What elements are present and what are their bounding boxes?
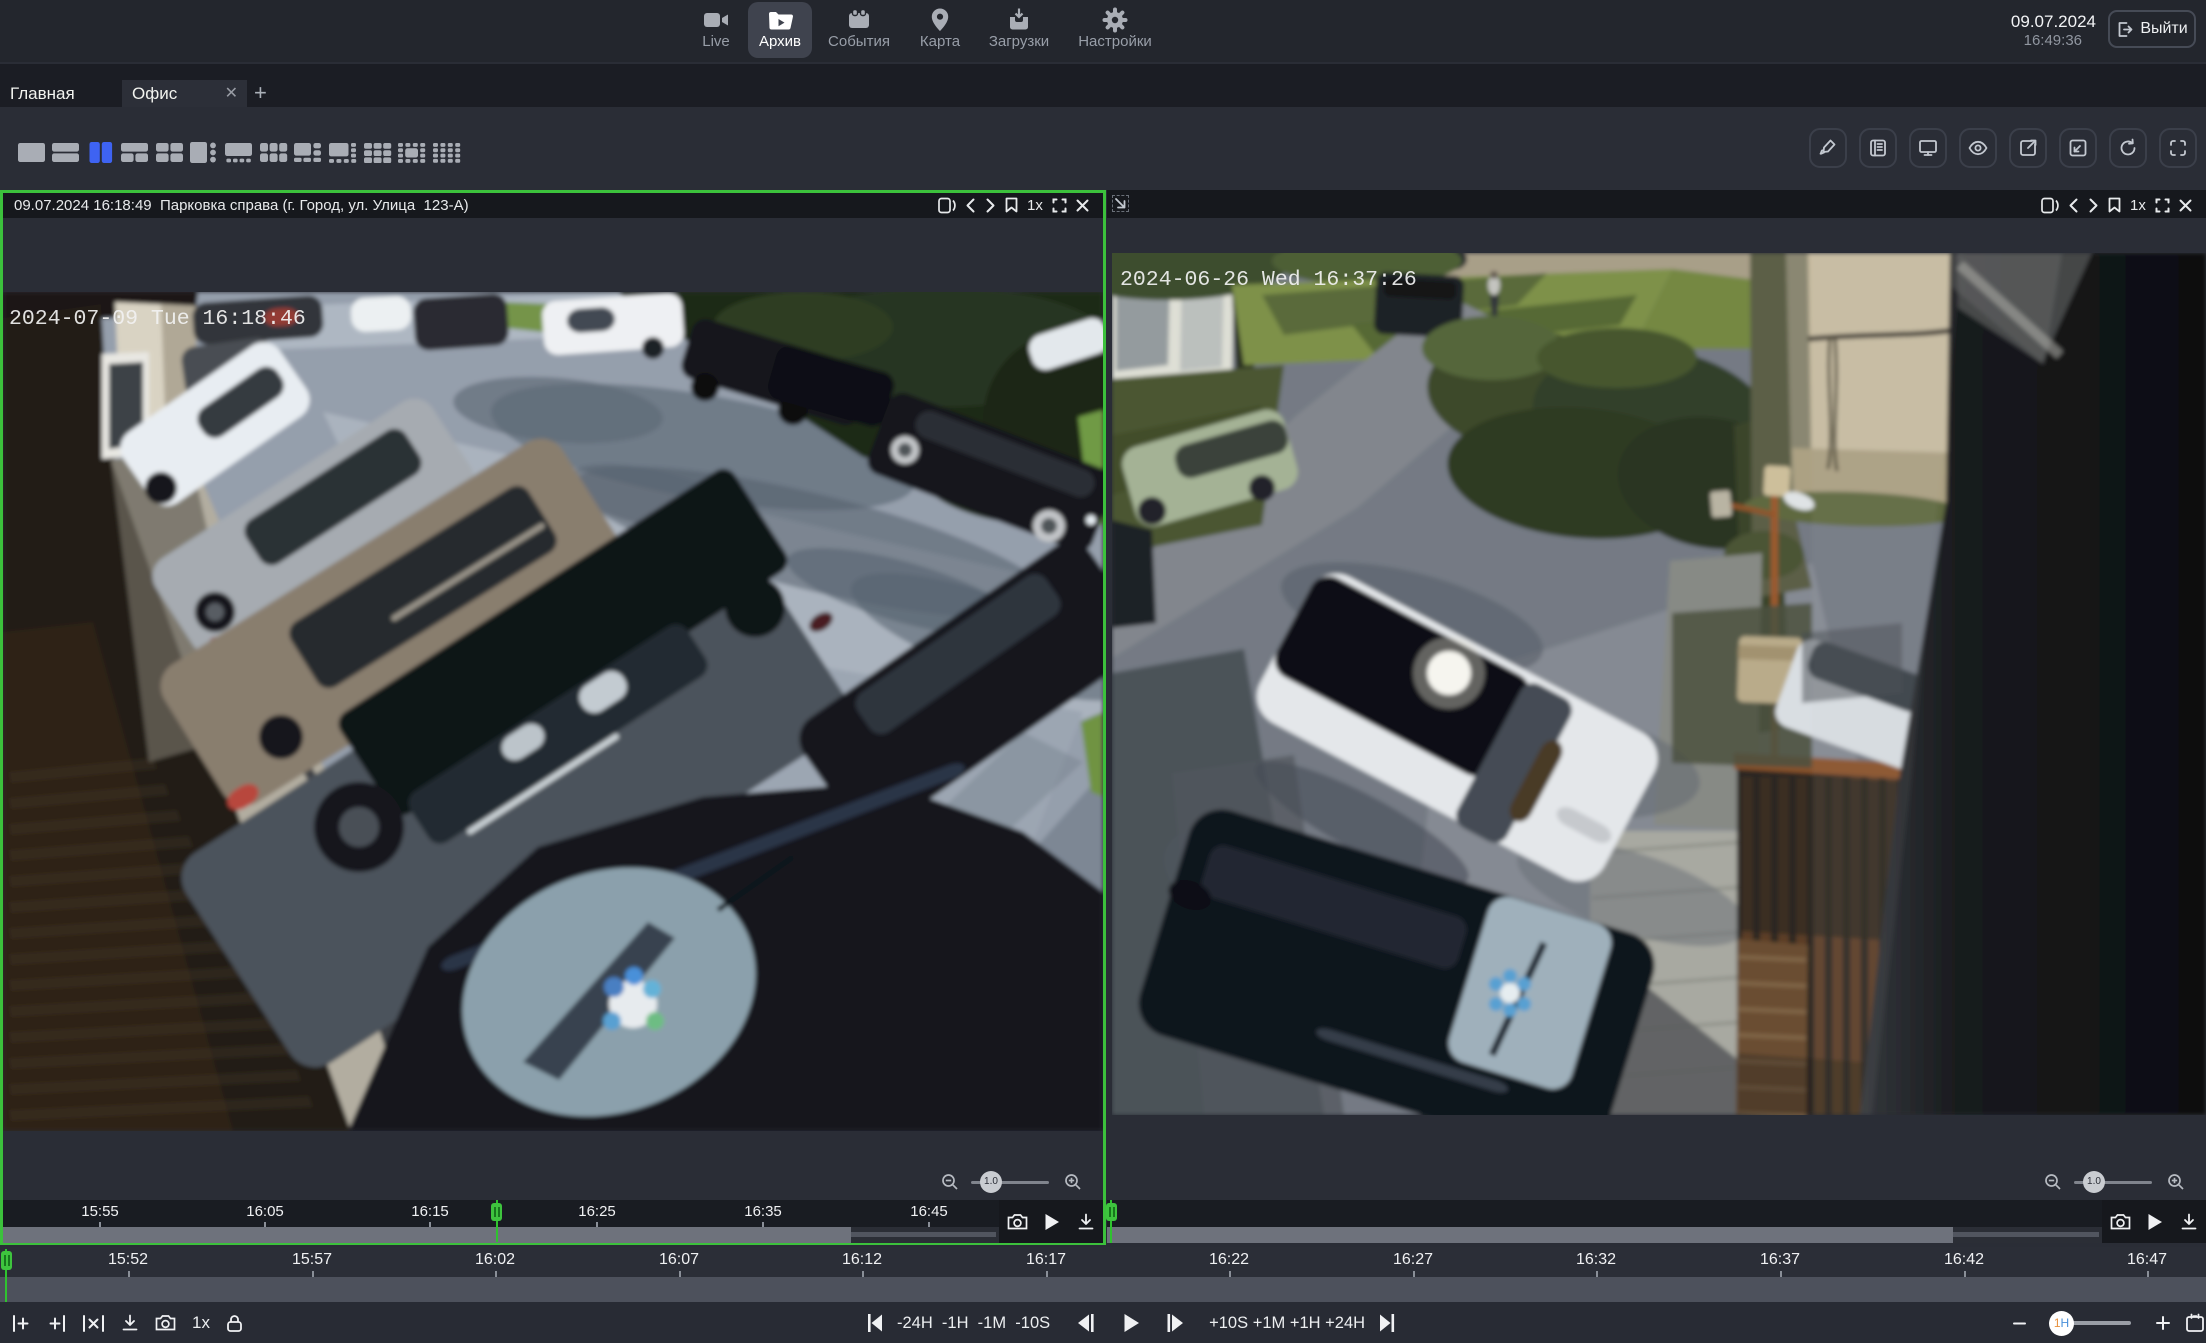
svg-text:2024-07-09 Tue 16:18:46: 2024-07-09 Tue 16:18:46: [9, 307, 306, 331]
svg-text:2024-06-26 Wed 16:37:26: 2024-06-26 Wed 16:37:26: [1120, 268, 1417, 292]
